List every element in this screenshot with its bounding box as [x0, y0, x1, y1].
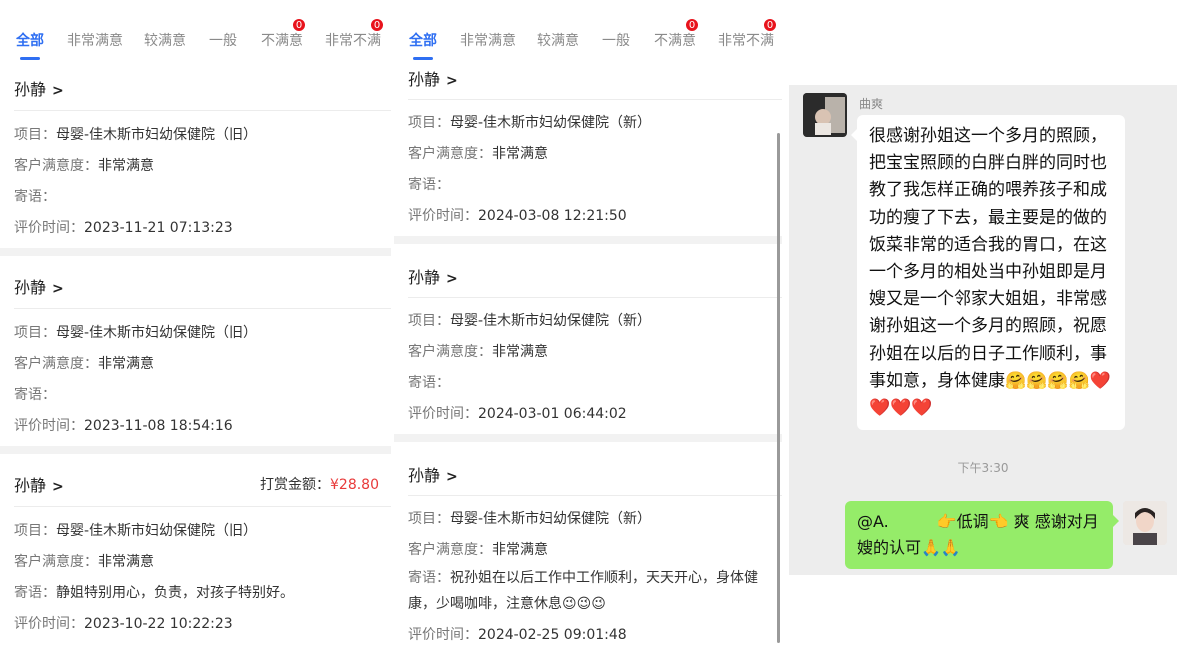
tab-neutral[interactable]: 一般	[209, 30, 237, 50]
satisfaction-row: 客户满意度：非常满意	[408, 542, 548, 558]
very-dissatisfied-count-badge: 0	[370, 18, 384, 32]
card-separator	[394, 434, 782, 442]
review-time-row: 评价时间：2023-11-08 18:54:16	[14, 418, 233, 434]
message-row: 寄语：静姐特别用心，负责，对孩子特别好。	[14, 585, 294, 601]
divider	[14, 308, 391, 309]
project-row: 项目：母婴-佳木斯市妇幼保健院（旧）	[14, 127, 258, 143]
card-separator	[0, 446, 391, 454]
project-row: 项目：母婴-佳木斯市妇幼保健院（旧）	[14, 325, 258, 341]
tab-very-satisfied[interactable]: 非常满意	[67, 30, 123, 50]
outgoing-message-bubble[interactable]: @A. 👉低调👈 爽 感谢对月嫂的认可🙏🙏	[845, 501, 1119, 569]
chevron-right-icon: >	[446, 469, 458, 485]
tab-dissatisfied[interactable]: 不满意	[654, 30, 696, 50]
reward-amount: 打赏金额：¥28.80	[260, 477, 379, 493]
filter-tabs: 全部 非常满意 较满意 一般 不满意 0 非常不满 0	[0, 0, 391, 64]
caregiver-name-link[interactable]: 孙静 >	[14, 274, 64, 298]
tab-all[interactable]: 全部	[16, 30, 44, 50]
satisfaction-row: 客户满意度：非常满意	[408, 344, 548, 360]
review-time-row: 评价时间：2024-03-01 06:44:02	[408, 406, 627, 422]
satisfaction-row: 客户满意度：非常满意	[14, 158, 154, 174]
caregiver-name-link[interactable]: 孙静 >	[408, 66, 458, 90]
caregiver-name-link[interactable]: 孙静 >	[14, 76, 64, 100]
tab-dissatisfied[interactable]: 不满意	[261, 30, 303, 50]
divider	[408, 495, 782, 496]
dissatisfied-count-badge: 0	[685, 18, 699, 32]
satisfaction-row: 客户满意度：非常满意	[14, 554, 154, 570]
contact-name: 曲爽	[859, 97, 884, 111]
review-time-row: 评价时间：2023-10-22 10:22:23	[14, 616, 233, 632]
contact-avatar[interactable]	[803, 93, 847, 137]
tab-neutral[interactable]: 一般	[602, 30, 630, 50]
scrollbar[interactable]	[777, 133, 780, 643]
chevron-right-icon: >	[52, 479, 64, 495]
review-time-row: 评价时间：2023-11-21 07:13:23	[14, 220, 233, 236]
chevron-right-icon: >	[52, 83, 64, 99]
divider	[14, 110, 391, 111]
incoming-message-bubble[interactable]: 很感谢孙姐这一个多月的照顾，把宝宝照顾的白胖白胖的同时也教了我怎样正确的喂养孩子…	[851, 115, 1125, 431]
self-avatar[interactable]	[1123, 501, 1167, 545]
review-card: 孙静 > 项目：母婴-佳木斯市妇幼保健院（新） 客户满意度：非常满意 寄语：祝孙姐…	[394, 452, 782, 672]
caregiver-name-link[interactable]: 孙静 >	[14, 472, 64, 496]
message-timestamp: 下午3:30	[957, 461, 1009, 475]
project-row: 项目：母婴-佳木斯市妇幼保健院（旧）	[14, 523, 258, 539]
review-card: 孙静 > 项目：母婴-佳木斯市妇幼保健院（旧） 客户满意度：非常满意 寄语： 评价…	[0, 64, 391, 248]
filter-tabs: 全部 非常满意 较满意 一般 不满意 0 非常不满 0	[394, 0, 782, 64]
card-separator	[394, 236, 782, 244]
message-row: 寄语：	[14, 387, 56, 403]
message-row: 寄语：	[408, 375, 450, 391]
very-dissatisfied-count-badge: 0	[763, 18, 777, 32]
tab-satisfied[interactable]: 较满意	[537, 30, 579, 50]
tab-very-dissatisfied[interactable]: 非常不满	[718, 30, 774, 50]
card-separator	[0, 248, 391, 256]
project-row: 项目：母婴-佳木斯市妇幼保健院（新）	[408, 511, 652, 527]
project-row: 项目：母婴-佳木斯市妇幼保健院（新）	[408, 313, 652, 329]
active-tab-indicator	[20, 57, 40, 60]
avatar-photo-icon	[803, 93, 847, 137]
divider	[14, 506, 391, 507]
dissatisfied-count-badge: 0	[292, 18, 306, 32]
chat-panel: 曲爽 很感谢孙姐这一个多月的照顾，把宝宝照顾的白胖白胖的同时也教了我怎样正确的喂…	[789, 85, 1177, 575]
satisfaction-row: 客户满意度：非常满意	[14, 356, 154, 372]
message-row: 寄语：	[408, 177, 450, 193]
tab-satisfied[interactable]: 较满意	[144, 30, 186, 50]
project-row: 项目：母婴-佳木斯市妇幼保健院（新）	[408, 115, 652, 131]
tab-very-satisfied[interactable]: 非常满意	[460, 30, 516, 50]
chevron-right-icon: >	[446, 73, 458, 89]
review-time-row: 评价时间：2024-02-25 09:01:48	[408, 627, 627, 643]
review-card: 孙静 > 项目：母婴-佳木斯市妇幼保健院（新） 客户满意度：非常满意 寄语： 评价…	[394, 254, 782, 434]
message-row: 寄语：	[14, 189, 56, 205]
chevron-right-icon: >	[52, 281, 64, 297]
review-card: 孙静 > 项目：母婴-佳木斯市妇幼保健院（新） 客户满意度：非常满意 寄语： 评价…	[394, 56, 782, 236]
avatar-photo-icon	[1123, 501, 1167, 545]
message-row: 寄语：祝孙姐在以后工作中工作顺利，天天开心，身体健康，少喝咖啡，注意休息😉😉😉	[408, 570, 758, 612]
tab-all[interactable]: 全部	[409, 30, 437, 50]
review-list-panel-2: 全部 非常满意 较满意 一般 不满意 0 非常不满 0 孙静 > 项目：母婴-佳木…	[394, 0, 782, 672]
satisfaction-row: 客户满意度：非常满意	[408, 146, 548, 162]
caregiver-name-link[interactable]: 孙静 >	[408, 462, 458, 486]
review-card: 孙静 > 项目：母婴-佳木斯市妇幼保健院（旧） 客户满意度：非常满意 寄语： 评价…	[0, 262, 391, 446]
review-card: 孙静 > 打赏金额：¥28.80 项目：母婴-佳木斯市妇幼保健院（旧） 客户满意度…	[0, 460, 391, 672]
divider	[408, 99, 782, 100]
chevron-right-icon: >	[446, 271, 458, 287]
review-time-row: 评价时间：2024-03-08 12:21:50	[408, 208, 627, 224]
review-list-panel-1: 全部 非常满意 较满意 一般 不满意 0 非常不满 0 孙静 > 项目：母婴-佳木…	[0, 0, 391, 672]
caregiver-name-link[interactable]: 孙静 >	[408, 264, 458, 288]
tab-very-dissatisfied[interactable]: 非常不满	[325, 30, 381, 50]
divider	[408, 297, 782, 298]
